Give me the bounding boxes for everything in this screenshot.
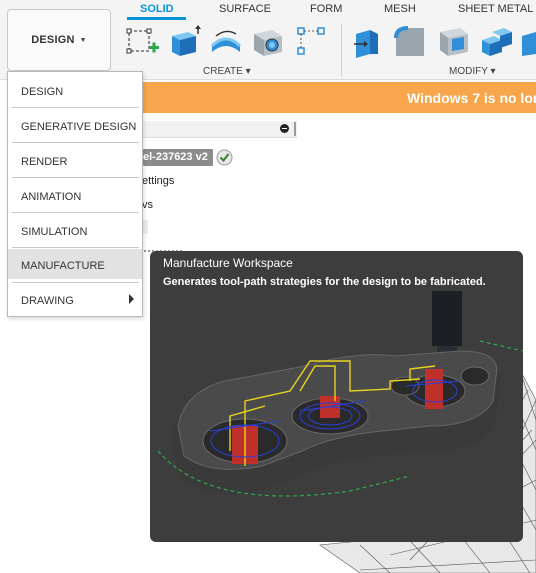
document-node[interactable]: el-237623 v2 <box>143 149 213 166</box>
check-icon <box>216 149 233 166</box>
tab-solid[interactable]: SOLID <box>140 3 174 15</box>
shell-icon[interactable] <box>436 24 472 60</box>
tab-surface[interactable]: SURFACE <box>219 3 271 15</box>
menu-item-drawing[interactable]: DRAWING <box>8 284 142 314</box>
workspace-switcher-button[interactable]: DESIGN ▼ <box>7 9 111 71</box>
panel-divider <box>294 122 296 136</box>
menu-item-label: ANIMATION <box>21 191 82 203</box>
extrude-icon[interactable] <box>166 24 202 60</box>
menu-separator <box>12 107 139 108</box>
ribbon-toolbar: DESIGN ▼ SOLID SURFACE FORM MESH SHEET M… <box>0 0 536 80</box>
hole-icon[interactable] <box>250 24 286 60</box>
active-tab-indicator <box>127 17 186 20</box>
document-name: el-237623 v2 <box>143 151 208 163</box>
menu-separator <box>12 142 139 143</box>
manufacture-preview-image <box>157 291 523 497</box>
menu-separator <box>12 177 139 178</box>
banner-message: Windows 7 is no long <box>407 90 536 106</box>
menu-item-label: SIMULATION <box>21 226 88 238</box>
menu-item-label: DESIGN <box>21 86 64 98</box>
menu-item-label: RENDER <box>21 156 68 168</box>
tab-sheet-metal[interactable]: SHEET METAL <box>458 3 533 15</box>
modify-group-label[interactable]: MODIFY ▾ <box>449 66 496 77</box>
menu-item-render[interactable]: RENDER <box>8 145 142 175</box>
browser-item-views[interactable]: vs <box>142 199 153 211</box>
browser-item-settings[interactable]: ettings <box>142 175 174 187</box>
tooltip-description: Generates tool-path strategies for the d… <box>163 276 486 288</box>
create-group-label[interactable]: CREATE ▾ <box>203 66 251 77</box>
menu-item-simulation[interactable]: SIMULATION <box>8 215 142 245</box>
menu-separator <box>12 247 139 248</box>
combine-icon[interactable] <box>478 24 514 60</box>
workspace-menu: DESIGN GENERATIVE DESIGN RENDER ANIMATIO… <box>7 71 143 317</box>
app-window: DESIGN ▼ SOLID SURFACE FORM MESH SHEET M… <box>0 0 536 573</box>
press-pull-icon[interactable] <box>350 24 386 60</box>
create-sketch-icon[interactable] <box>124 24 160 60</box>
submenu-arrow-icon <box>129 294 134 304</box>
menu-item-label: MANUFACTURE <box>21 260 105 272</box>
workspace-tooltip: Manufacture Workspace Generates tool-pat… <box>150 251 523 542</box>
caret-down-icon: ▼ <box>79 36 87 44</box>
revolve-icon[interactable] <box>208 24 244 60</box>
menu-item-animation[interactable]: ANIMATION <box>8 180 142 210</box>
notification-banner: Windows 7 is no long <box>140 82 536 113</box>
menu-item-label: GENERATIVE DESIGN <box>21 121 137 133</box>
browser-panel-header <box>140 121 297 138</box>
fillet-icon[interactable] <box>392 24 428 60</box>
menu-item-manufacture[interactable]: MANUFACTURE <box>8 249 142 279</box>
menu-separator <box>12 212 139 213</box>
menu-item-design[interactable]: DESIGN <box>8 75 142 105</box>
pattern-icon[interactable] <box>294 24 330 60</box>
menu-separator <box>12 282 139 283</box>
group-divider <box>341 24 342 76</box>
tab-mesh[interactable]: MESH <box>384 3 416 15</box>
menu-item-generative-design[interactable]: GENERATIVE DESIGN <box>8 110 142 140</box>
tooltip-title: Manufacture Workspace <box>163 256 293 270</box>
menu-item-label: DRAWING <box>21 295 74 307</box>
collapse-icon[interactable] <box>280 124 289 133</box>
tab-form[interactable]: FORM <box>310 3 342 15</box>
workspace-label: DESIGN <box>31 34 75 46</box>
align-icon[interactable] <box>520 24 536 60</box>
